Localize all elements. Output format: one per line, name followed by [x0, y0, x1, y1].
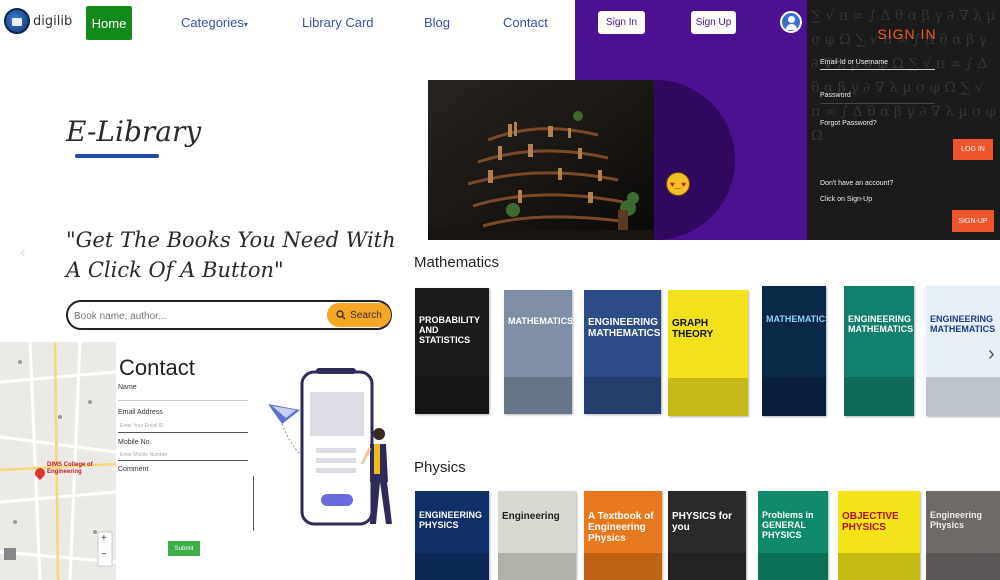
math-book-art: [584, 377, 661, 414]
email-username-label: Email-Id or Username: [820, 59, 889, 66]
math-book-cover[interactable]: PROBABILITY AND STATISTICS: [415, 288, 489, 414]
search-icon: [336, 310, 346, 320]
nav-categories-label: Categories: [181, 15, 244, 30]
nav-categories[interactable]: Categories▾: [181, 15, 248, 30]
math-book-art: [762, 377, 826, 416]
page-title: E-Library: [66, 115, 202, 148]
physics-book-art: [415, 553, 489, 580]
nav-blog[interactable]: Blog: [424, 15, 450, 30]
mobile-label: Mobile No.: [118, 439, 152, 446]
physics-book-title: OBJECTIVE PHYSICS: [842, 511, 899, 533]
logo-icon[interactable]: [4, 8, 30, 34]
math-book-cover[interactable]: ENGINEERING MATHEMATICS: [584, 290, 661, 414]
email-input[interactable]: Enter Your Email ID: [120, 423, 164, 429]
math-book-art: [926, 377, 1000, 416]
sign-up-button[interactable]: Sign Up: [691, 11, 736, 34]
submit-button[interactable]: Submit: [168, 541, 200, 556]
math-book-title: ENGINEERING MATHEMATICS: [930, 314, 996, 334]
name-input[interactable]: [118, 400, 248, 401]
phone-illustration: [268, 368, 392, 526]
search-bar: Search: [66, 300, 392, 330]
forgot-password-link[interactable]: Forgot Password?: [820, 120, 877, 127]
physics-book-title: A Textbook of Engineering Physics: [588, 511, 654, 544]
math-book-title: GRAPH THEORY: [672, 318, 714, 340]
email-input-line: [118, 432, 248, 433]
name-label: Name: [118, 384, 137, 391]
hero-tagline: "Get The Books You Need With A Click Of …: [66, 228, 396, 282]
nav-library-card[interactable]: Library Card: [302, 15, 374, 30]
contact-title: Contact: [119, 355, 195, 380]
math-book-title: ENGINEERING MATHEMATICS: [588, 317, 661, 339]
math-book-art: [415, 376, 489, 414]
math-next-icon[interactable]: ›: [988, 343, 995, 366]
click-signup-text: Click on Sign-Up: [820, 196, 873, 203]
email-username-input[interactable]: [820, 69, 935, 70]
mobile-input[interactable]: Enter Mobile Number: [120, 452, 167, 458]
physics-book-cover[interactable]: Engineering: [498, 491, 576, 580]
physics-book-art: [668, 553, 746, 580]
top-nav: digilib Home Categories▾ Library Card Bl…: [0, 0, 575, 46]
mobile-input-line: [118, 460, 248, 461]
carousel-prev-icon[interactable]: ‹: [20, 242, 26, 263]
physics-book-title: ENGINEERING PHYSICS: [419, 510, 483, 530]
math-book-title: MATHEMATICS: [766, 314, 826, 324]
sign-in-title: SIGN IN: [877, 26, 937, 42]
contact-form: Contact Name Email Address Enter Your Em…: [116, 342, 410, 580]
sign-in-button[interactable]: Sign In: [598, 11, 645, 34]
physics-book-art: [838, 553, 920, 580]
physics-book-title: Engineering: [502, 511, 560, 522]
math-book-title: PROBABILITY AND STATISTICS: [419, 315, 480, 345]
math-book-title: ENGINEERING MATHEMATICS: [848, 314, 914, 334]
math-book-cover[interactable]: MATHEMATICS: [762, 286, 826, 416]
comment-textarea[interactable]: [118, 476, 254, 531]
emoji-sticker-icon: ♥‿♥: [666, 172, 690, 196]
map-zoom-in-button[interactable]: +: [101, 533, 107, 544]
signup-panel-button[interactable]: SIGN-UP: [952, 210, 994, 232]
password-input[interactable]: [820, 103, 935, 104]
no-account-text: Don't have an account?: [820, 180, 894, 187]
math-book-art: [504, 377, 572, 414]
nav-home[interactable]: Home: [86, 6, 132, 40]
math-book-title: MATHEMATICS: [508, 316, 572, 326]
math-book-cover[interactable]: ENGINEERING MATHEMATICS: [844, 286, 914, 416]
physics-book-cover[interactable]: Problems in GENERAL PHYSICS: [758, 491, 828, 580]
section-title-physics: Physics: [414, 459, 466, 476]
bookshelf-illustration: [428, 80, 654, 240]
brand-name[interactable]: digilib: [33, 14, 72, 29]
search-input[interactable]: [74, 307, 314, 325]
search-button-label: Search: [350, 309, 382, 321]
email-label: Email Address: [118, 409, 163, 416]
title-underline: [75, 154, 159, 158]
login-button[interactable]: LOG IN: [953, 139, 993, 160]
sign-in-panel: ∑ √ π ∞ ∫ Δ θ α β γ ∂ ∇ λ µ σ φ Ω ∑ √ π …: [807, 0, 1000, 240]
location-map[interactable]: DIMS College of Engineering + −: [0, 342, 116, 580]
physics-book-cover[interactable]: ENGINEERING PHYSICS: [415, 491, 489, 580]
math-book-art: [668, 378, 748, 416]
math-book-cover[interactable]: GRAPH THEORY: [668, 290, 748, 416]
physics-book-title: Engineering Physics: [930, 510, 983, 530]
physics-book-title: PHYSICS for you: [672, 511, 733, 533]
math-book-art: [844, 377, 914, 416]
map-zoom-out-button[interactable]: −: [101, 549, 107, 560]
chevron-down-icon: ▾: [243, 20, 248, 29]
user-avatar-icon[interactable]: [780, 11, 802, 33]
map-pin-label: DIMS College of Engineering: [47, 462, 93, 475]
comment-label: Comment: [118, 466, 149, 473]
map-tiles: [0, 342, 116, 580]
search-button[interactable]: Search: [327, 303, 391, 327]
section-title-mathematics: Mathematics: [414, 254, 500, 271]
physics-book-title: Problems in GENERAL PHYSICS: [762, 510, 814, 540]
physics-next-icon[interactable]: ›: [988, 548, 995, 571]
physics-book-cover[interactable]: PHYSICS for you: [668, 491, 746, 580]
physics-book-art: [498, 553, 576, 580]
physics-book-art: [584, 553, 662, 580]
bookshelf-image: [428, 80, 654, 240]
password-label: Password: [820, 92, 851, 99]
nav-contact[interactable]: Contact: [503, 15, 548, 30]
math-book-cover[interactable]: MATHEMATICS: [504, 290, 572, 414]
physics-book-art: [758, 553, 828, 580]
physics-book-cover[interactable]: OBJECTIVE PHYSICS: [838, 491, 920, 580]
physics-book-cover[interactable]: A Textbook of Engineering Physics: [584, 491, 662, 580]
